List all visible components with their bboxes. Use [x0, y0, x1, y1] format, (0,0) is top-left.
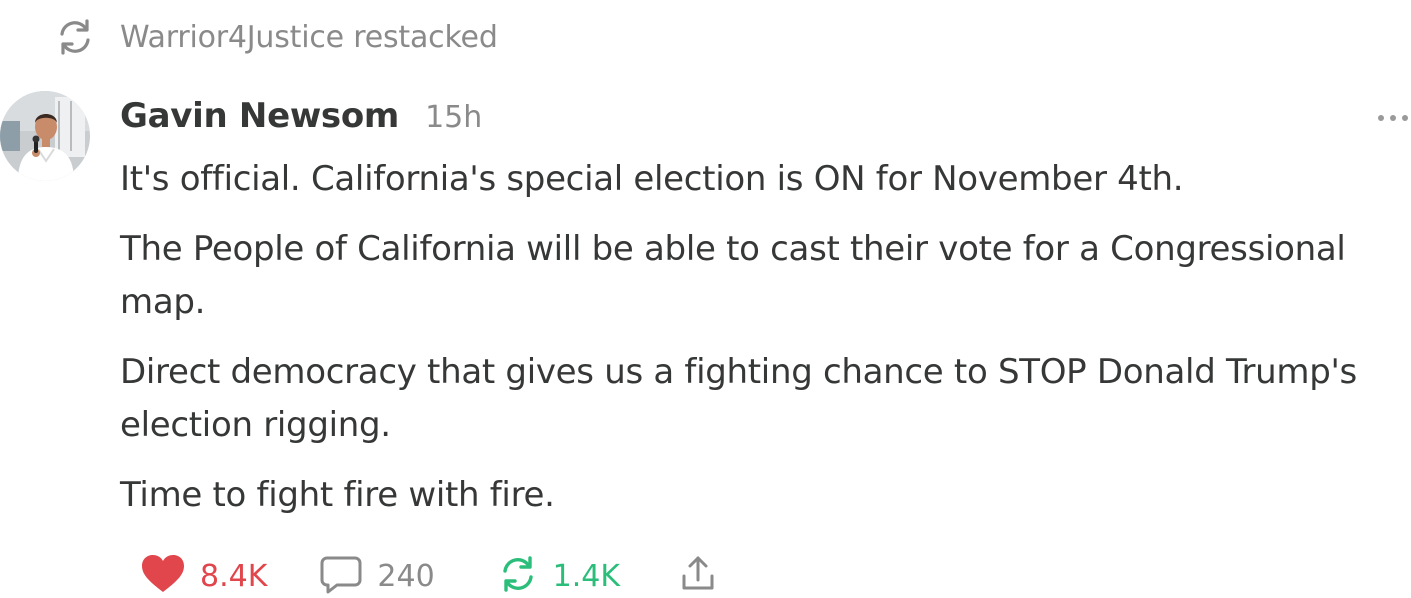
restack-button[interactable]: 1.4K [497, 554, 620, 598]
post-actions: 8.4K 240 1.4K [140, 554, 718, 598]
restack-notice: Warrior4Justice restacked [54, 16, 498, 58]
post-header: Gavin Newsom 15h [120, 96, 482, 140]
comment-button[interactable]: 240 [319, 554, 435, 598]
like-button[interactable]: 8.4K [140, 554, 267, 598]
author-name[interactable]: Gavin Newsom [120, 96, 399, 136]
post-paragraph: Direct democracy that gives us a fightin… [120, 352, 1357, 445]
post-paragraph: It's official. California's special elec… [120, 159, 1184, 199]
comment-icon [319, 554, 363, 598]
share-icon [678, 554, 718, 598]
post-body: It's official. California's special elec… [120, 153, 1390, 539]
author-avatar[interactable] [0, 91, 90, 181]
restacked-by-label: Warrior4Justice restacked [120, 19, 498, 55]
restack-icon [497, 554, 539, 598]
more-options-button[interactable] [1376, 102, 1410, 130]
comment-count: 240 [377, 558, 435, 594]
restack-icon [54, 16, 96, 58]
post-timestamp[interactable]: 15h [425, 100, 482, 135]
heart-icon [140, 554, 186, 598]
post-paragraph: Time to fight fire with fire. [120, 475, 555, 515]
post-paragraph: The People of California will be able to… [120, 229, 1346, 322]
like-count: 8.4K [200, 558, 268, 594]
ellipsis-icon [1377, 107, 1409, 126]
share-button[interactable] [678, 554, 718, 598]
restack-count: 1.4K [552, 558, 621, 594]
